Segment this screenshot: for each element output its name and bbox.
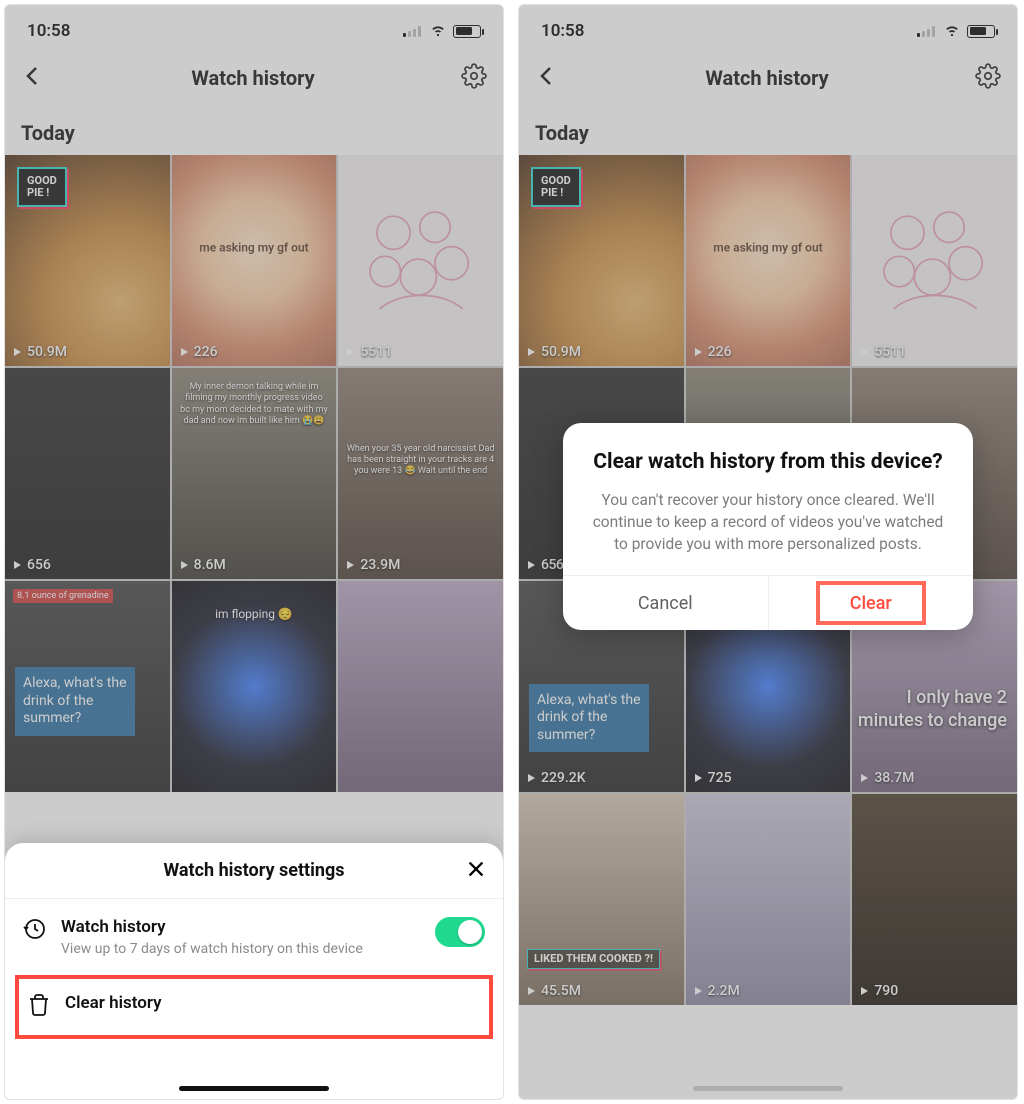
home-indicator[interactable]: [179, 1086, 329, 1091]
clear-button[interactable]: Clear: [769, 576, 974, 630]
sheet-header: Watch history settings: [5, 843, 503, 899]
watch-history-toggle[interactable]: [435, 917, 485, 947]
clear-history-label: Clear history: [65, 993, 481, 1013]
dialog-message: You can't recover your history once clea…: [587, 490, 949, 555]
watch-history-row: Watch history View up to 7 days of watch…: [5, 899, 503, 975]
confirm-dialog: Clear watch history from this device? Yo…: [563, 423, 973, 630]
phone-left: 10:58 Watch history Today GOOD PIE ! 50.…: [4, 4, 504, 1100]
close-button[interactable]: [465, 858, 487, 884]
watch-history-label: Watch history: [61, 917, 421, 937]
watch-history-desc: View up to 7 days of watch history on th…: [61, 941, 421, 957]
settings-sheet: Watch history settings Watch history Vie…: [5, 843, 503, 1099]
sheet-title: Watch history settings: [163, 860, 344, 881]
clear-history-row[interactable]: Clear history: [15, 975, 493, 1039]
trash-icon: [27, 993, 51, 1021]
dialog-actions: Cancel Clear: [563, 575, 973, 630]
dialog-title: Clear watch history from this device?: [587, 449, 949, 476]
history-icon: [23, 917, 47, 945]
cancel-button[interactable]: Cancel: [563, 576, 769, 630]
phone-right: 10:58 Watch history Today GOOD PIE ! 50.…: [518, 4, 1018, 1100]
